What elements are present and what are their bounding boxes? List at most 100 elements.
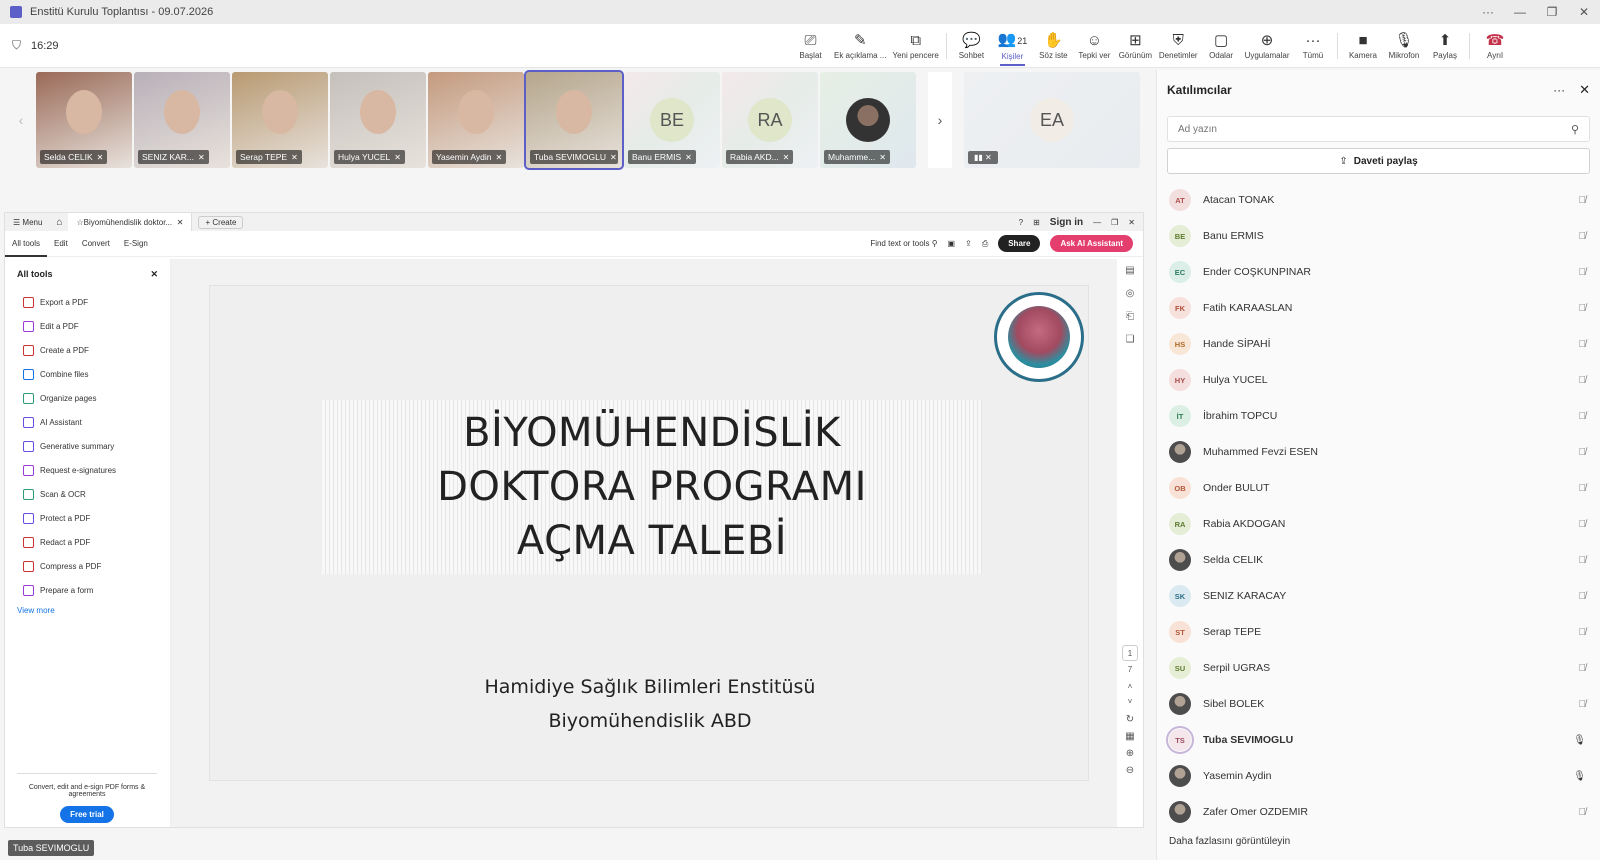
search-input[interactable] — [1178, 123, 1571, 135]
mic-off-icon[interactable]: 🎙̸ — [1579, 591, 1587, 602]
participant-row[interactable]: Selda CELIK 🎙̸ — [1157, 542, 1600, 578]
participant-search[interactable]: ⚲ — [1167, 116, 1590, 142]
acrobat-menu-button[interactable]: ☰ Menu — [5, 218, 50, 227]
home-icon[interactable]: ⌂ — [50, 217, 68, 228]
mic-on-icon[interactable]: 🎙 — [1573, 771, 1586, 782]
more-options-icon[interactable]: ··· — [1553, 83, 1565, 97]
toolbar-button-share[interactable]: ⬆ Paylaş — [1424, 24, 1465, 68]
participant-row[interactable]: ST Serap TEPE 🎙̸ — [1157, 614, 1600, 650]
tool-item[interactable]: Scan & OCR — [5, 482, 170, 506]
page-tools-icon[interactable]: ▦ — [1122, 731, 1138, 742]
acrobat-minimize-button[interactable]: — — [1093, 218, 1101, 227]
participant-row[interactable]: TS Tuba SEVIMOGLU 🎙 — [1157, 722, 1600, 758]
share-invite-button[interactable]: ⇪ Daveti paylaş — [1167, 148, 1590, 174]
view-more-link[interactable]: View more — [5, 602, 170, 619]
toolbar-button-raise-hand[interactable]: ✋ Söz iste — [1033, 24, 1074, 68]
menu-edit[interactable]: Edit — [47, 231, 75, 257]
participant-row[interactable]: RA Rabia AKDOGAN 🎙̸ — [1157, 506, 1600, 542]
create-button[interactable]: + Create — [198, 215, 244, 229]
participant-row[interactable]: Yasemin Aydin 🎙 — [1157, 758, 1600, 794]
free-trial-button[interactable]: Free trial — [60, 806, 114, 823]
mic-off-icon[interactable]: 🎙̸ — [1579, 375, 1587, 386]
acrobat-close-button[interactable]: ✕ — [1128, 218, 1135, 227]
participant-tile[interactable]: Yasemin Aydin ✕ — [428, 72, 524, 168]
mic-off-icon[interactable]: 🎙̸ — [1579, 339, 1587, 350]
participant-tile[interactable]: Serap TEPE ✕ — [232, 72, 328, 168]
menu-convert[interactable]: Convert — [75, 231, 117, 257]
mic-off-icon[interactable]: 🎙̸ — [1579, 411, 1587, 422]
close-panel-icon[interactable]: ✕ — [1579, 82, 1590, 98]
tool-item[interactable]: Edit a PDF — [5, 314, 170, 338]
mic-on-icon[interactable]: 🎙 — [1573, 735, 1586, 746]
participant-tile[interactable]: Muhamme... ✕ — [820, 72, 916, 168]
toolbar-button-more[interactable]: ··· Tümü — [1292, 24, 1333, 68]
minimize-button[interactable]: — — [1504, 5, 1536, 19]
participant-row[interactable]: EC Ender COŞKUNPINAR 🎙̸ — [1157, 254, 1600, 290]
acrobat-restore-button[interactable]: ❐ — [1111, 218, 1118, 227]
toolbar-button-popout[interactable]: ⧉ Yeni pencere — [889, 24, 941, 68]
mic-off-icon[interactable]: 🎙̸ — [1579, 483, 1587, 494]
mic-off-icon[interactable]: 🎙̸ — [1579, 627, 1587, 638]
ai-assistant-button[interactable]: Ask AI Assistant — [1050, 235, 1133, 252]
comment-icon[interactable]: ▤ — [1125, 259, 1134, 282]
participant-row[interactable]: HS Hande SİPAHİ 🎙̸ — [1157, 326, 1600, 362]
help-icon[interactable]: ? — [1019, 218, 1023, 227]
tool-item[interactable]: Redact a PDF — [5, 530, 170, 554]
upload-icon[interactable]: ⇪ — [965, 239, 972, 248]
mic-off-icon[interactable]: 🎙̸ — [1579, 267, 1587, 278]
participant-row[interactable]: SK SENIZ KARACAY 🎙̸ — [1157, 578, 1600, 614]
page-down-icon[interactable]: ˅ — [1122, 697, 1138, 706]
participant-tile[interactable]: RA Rabia AKD... ✕ — [722, 72, 818, 168]
toolbar-button-rooms[interactable]: ▢ Odalar — [1201, 24, 1242, 68]
participant-row[interactable]: FK Fatih KARAASLAN 🎙̸ — [1157, 290, 1600, 326]
participant-tile-ea[interactable]: EA ▮▮ ✕ — [964, 72, 1140, 168]
participant-row[interactable]: SU Serpil UGRAS 🎙̸ — [1157, 650, 1600, 686]
mic-off-icon[interactable]: 🎙̸ — [1579, 447, 1587, 458]
participant-row[interactable]: BE Banu ERMIS 🎙̸ — [1157, 218, 1600, 254]
toolbar-button-pen[interactable]: ✎ Ek açıklama ... — [831, 24, 889, 68]
toolbar-button-apps[interactable]: ⊕ Uygulamalar — [1242, 24, 1293, 68]
menu-all-tools[interactable]: All tools — [5, 231, 48, 257]
page-up-icon[interactable]: ˄ — [1122, 682, 1138, 691]
participant-tile[interactable]: SENIZ KAR... ✕ — [134, 72, 230, 168]
toolbar-button-record[interactable]: ⎚ Başlat — [790, 24, 831, 68]
participant-row[interactable]: HY Hulya YUCEL 🎙̸ — [1157, 362, 1600, 398]
tool-item[interactable]: Combine files — [5, 362, 170, 386]
tool-item[interactable]: Prepare a form — [5, 578, 170, 602]
menu-esign[interactable]: E-Sign — [117, 231, 155, 257]
toolbar-button-people[interactable]: 👥21 Kişiler — [992, 24, 1033, 68]
tool-item[interactable]: Compress a PDF — [5, 554, 170, 578]
participant-tile[interactable]: Tuba SEVIMOGLU ✕ — [524, 70, 624, 170]
toolbar-button-emoji[interactable]: ☺ Tepki ver — [1074, 24, 1115, 68]
tool-item[interactable]: Protect a PDF — [5, 506, 170, 530]
toolbar-button-camera-off[interactable]: ■ Kamera — [1342, 24, 1383, 68]
tool-item[interactable]: Generative summary — [5, 434, 170, 458]
participant-row[interactable]: Zafer Omer OZDEMIR 🎙̸ — [1157, 794, 1600, 830]
apps-grid-icon[interactable]: ⊞ — [1033, 218, 1040, 227]
mic-off-icon[interactable]: 🎙̸ — [1579, 195, 1587, 206]
pages-icon[interactable]: ❏ — [1126, 328, 1135, 351]
participant-row[interactable]: AT Atacan TONAK 🎙̸ — [1157, 182, 1600, 218]
mic-off-icon[interactable]: 🎙̸ — [1579, 807, 1587, 818]
toolbar-button-chat[interactable]: 💬 Sohbet — [951, 24, 992, 68]
signin-button[interactable]: Sign in — [1050, 217, 1083, 228]
participant-row[interactable]: İT İbrahim TOPCU 🎙̸ — [1157, 398, 1600, 434]
mic-off-icon[interactable]: 🎙̸ — [1579, 519, 1587, 530]
more-options-icon[interactable]: ··· — [1472, 5, 1504, 19]
participant-row[interactable]: OB Onder BULUT 🎙̸ — [1157, 470, 1600, 506]
toolbar-button-shield-gear[interactable]: ⛨ Denetimler — [1156, 24, 1201, 68]
toolbar-button-grid[interactable]: ⊞ Görünüm — [1115, 24, 1156, 68]
tool-item[interactable]: Create a PDF — [5, 338, 170, 362]
zoom-out-icon[interactable]: ⊖ — [1122, 765, 1138, 776]
tool-item[interactable]: Export a PDF — [5, 290, 170, 314]
refresh-icon[interactable]: ↻ — [1122, 714, 1138, 725]
toolbar-button-mic-off[interactable]: 🎙 Mikrofon — [1383, 24, 1424, 68]
participant-row[interactable]: Muhammed Fevzi ESEN 🎙̸ — [1157, 434, 1600, 470]
mic-off-icon[interactable]: 🎙̸ — [1579, 663, 1587, 674]
strip-next-button[interactable]: › — [928, 72, 952, 168]
see-more-link[interactable]: Daha fazlasını görüntüleyin — [1157, 830, 1600, 853]
participant-row[interactable]: Sibel BOLEK 🎙̸ — [1157, 686, 1600, 722]
mic-off-icon[interactable]: 🎙̸ — [1579, 231, 1587, 242]
tool-item[interactable]: Organize pages — [5, 386, 170, 410]
bookmark-icon[interactable]: ⎗ — [1126, 305, 1134, 328]
